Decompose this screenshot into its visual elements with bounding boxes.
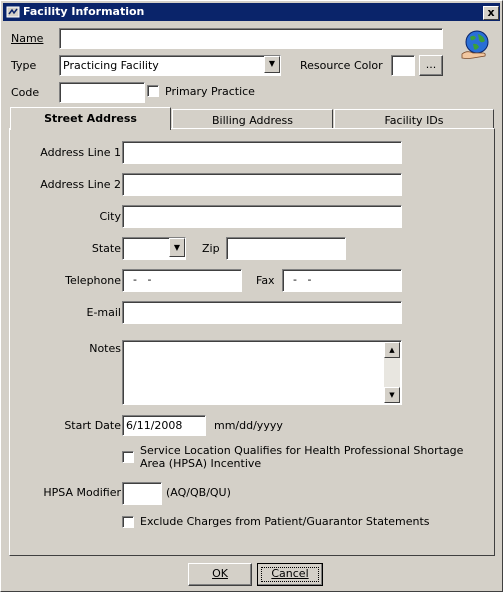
hpsa-qualify-checkbox[interactable] bbox=[122, 451, 134, 463]
address-line-2-input[interactable] bbox=[122, 173, 402, 196]
start-date-label: Start Date bbox=[64, 419, 121, 432]
scroll-up-icon[interactable]: ▲ bbox=[384, 342, 400, 358]
tab-facility-ids-label: Facility IDs bbox=[384, 114, 444, 127]
date-format-hint: mm/dd/yyyy bbox=[214, 419, 283, 432]
hpsa-qualify-label-line2: Area (HPSA) Incentive bbox=[140, 457, 262, 470]
notes-label: Notes bbox=[89, 342, 121, 355]
tab-facility-ids[interactable]: Facility IDs bbox=[334, 109, 494, 130]
primary-practice-checkbox[interactable] bbox=[147, 85, 159, 97]
facility-information-window: Facility Information x Name Type Practic… bbox=[0, 0, 503, 592]
zip-label: Zip bbox=[202, 242, 220, 255]
tab-street-address-label: Street Address bbox=[44, 112, 137, 125]
fax-label: Fax bbox=[256, 274, 275, 287]
state-label: State bbox=[91, 242, 121, 255]
address-line-1-label: Address Line 1 bbox=[40, 146, 121, 159]
hpsa-modifier-label: HPSA Modifier bbox=[43, 486, 121, 499]
city-label: City bbox=[99, 210, 121, 223]
email-input[interactable] bbox=[122, 301, 402, 324]
hpsa-modifier-input[interactable] bbox=[122, 482, 162, 505]
resource-color-button[interactable]: ... bbox=[419, 55, 443, 76]
globe-hand-icon bbox=[461, 30, 489, 59]
ok-button[interactable]: OK bbox=[188, 563, 252, 586]
window-title: Facility Information bbox=[23, 5, 145, 18]
notes-textarea[interactable]: ▲ ▼ bbox=[122, 340, 402, 405]
hpsa-qualify-label-line1: Service Location Qualifies for Health Pr… bbox=[140, 444, 464, 457]
type-label: Type bbox=[11, 59, 37, 72]
chevron-down-icon[interactable]: ▼ bbox=[264, 56, 280, 73]
tab-billing-address-label: Billing Address bbox=[211, 114, 294, 127]
street-address-panel: Address Line 1 Address Line 2 City State… bbox=[9, 128, 495, 556]
zip-input[interactable] bbox=[226, 237, 346, 260]
fax-input[interactable]: - - bbox=[282, 269, 402, 292]
scroll-down-icon[interactable]: ▼ bbox=[384, 387, 400, 403]
ok-button-label: OK bbox=[212, 567, 228, 580]
start-date-input[interactable]: 6/11/2008 bbox=[122, 415, 206, 436]
city-input[interactable] bbox=[122, 205, 402, 228]
exclude-charges-checkbox[interactable] bbox=[122, 516, 134, 528]
notes-scrollbar[interactable]: ▲ ▼ bbox=[384, 342, 400, 403]
address-line-2-label: Address Line 2 bbox=[40, 178, 121, 191]
resource-color-label: Resource Color bbox=[300, 59, 383, 72]
state-chevron-down-icon[interactable]: ▼ bbox=[169, 238, 185, 257]
tab-street-address[interactable]: Street Address bbox=[10, 107, 171, 130]
email-label: E-mail bbox=[86, 306, 122, 319]
close-icon: x bbox=[487, 6, 495, 19]
app-icon bbox=[6, 6, 20, 18]
close-button[interactable]: x bbox=[483, 6, 499, 20]
telephone-input[interactable]: - - bbox=[122, 269, 242, 292]
exclude-charges-label: Exclude Charges from Patient/Guarantor S… bbox=[140, 515, 430, 528]
code-input[interactable] bbox=[59, 82, 145, 103]
tab-billing-address[interactable]: Billing Address bbox=[172, 109, 333, 130]
cancel-button[interactable]: Cancel bbox=[257, 563, 323, 586]
title-bar[interactable]: Facility Information x bbox=[3, 3, 500, 21]
name-input[interactable] bbox=[59, 28, 443, 49]
type-selected-value: Practicing Facility bbox=[63, 59, 159, 72]
resource-color-swatch[interactable] bbox=[391, 55, 415, 76]
telephone-label: Telephone bbox=[65, 274, 121, 287]
primary-practice-label: Primary Practice bbox=[165, 85, 255, 98]
cancel-button-label: Cancel bbox=[271, 567, 309, 580]
type-select[interactable]: Practicing Facility ▼ bbox=[59, 55, 281, 76]
code-label: Code bbox=[11, 86, 40, 99]
state-select[interactable]: ▼ bbox=[122, 237, 186, 260]
name-label: Name bbox=[11, 32, 44, 45]
address-line-1-input[interactable] bbox=[122, 141, 402, 164]
hpsa-modifier-hint: (AQ/QB/QU) bbox=[166, 486, 231, 499]
